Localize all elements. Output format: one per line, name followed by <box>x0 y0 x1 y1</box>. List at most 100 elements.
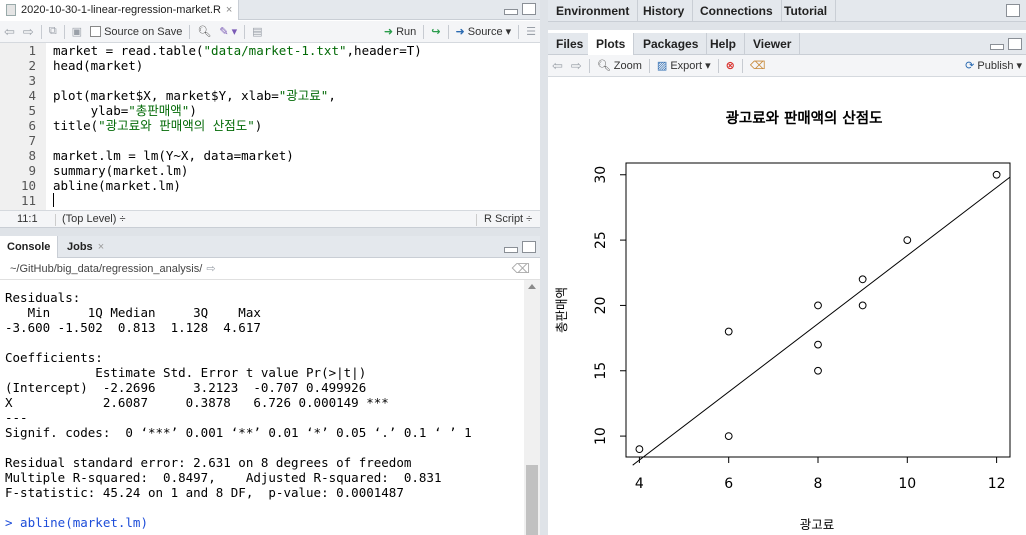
toolbar-divider <box>244 24 246 39</box>
editor-status-bar: 11:1 (Top Level) ÷ R Script ÷ <box>0 210 540 228</box>
status-divider <box>55 214 56 226</box>
tab-files[interactable]: Files <box>548 33 593 55</box>
tab-tutorial[interactable]: Tutorial <box>776 0 837 22</box>
scope-selector[interactable]: (Top Level) ÷ <box>62 213 126 225</box>
clear-plots-button[interactable]: ⌫ <box>746 56 770 76</box>
save-icon[interactable]: ▣ <box>68 22 86 42</box>
console-line: > abline(market.lm) <box>5 515 148 530</box>
forward-arrow-icon[interactable]: ⇨ <box>19 22 38 42</box>
code-text: summary(market.lm) <box>53 163 189 178</box>
export-button[interactable]: ▨ Export ▾ <box>653 56 715 76</box>
y-tick-label: 15 <box>593 362 609 380</box>
x-tick-label: 10 <box>898 476 916 492</box>
line-number: 10 <box>20 178 36 193</box>
toolbar-divider <box>717 58 719 73</box>
chevron-down-icon: ▾ <box>705 60 711 72</box>
run-arrow-icon: ➜ <box>383 26 394 38</box>
publish-button[interactable]: ⟳ Publish ▾ <box>961 56 1026 76</box>
compile-report-icon[interactable]: ▤ <box>248 22 266 42</box>
column-splitter[interactable] <box>540 0 548 535</box>
console-line: F-statistic: 45.24 on 1 and 8 DF, p-valu… <box>5 485 404 500</box>
data-point <box>814 366 822 375</box>
console-scrollbar[interactable] <box>524 280 540 535</box>
show-in-window-icon[interactable]: ⧉ <box>45 22 61 42</box>
go-to-directory-icon[interactable]: ⇨ <box>206 262 215 275</box>
export-button-label: Export <box>670 59 703 72</box>
maximize-pane-icon[interactable] <box>1008 38 1022 50</box>
line-number: 1 <box>28 43 36 58</box>
code-text: plot(market$X, market$Y, xlab="광고료", <box>53 88 336 103</box>
toolbar-divider <box>648 58 650 73</box>
y-tick-label: 20 <box>593 297 609 315</box>
tab-plots-label: Plots <box>596 37 626 51</box>
code-editor[interactable]: 1 market = read.table("data/market-1.txt"… <box>0 43 540 210</box>
publish-icon: ⟳ <box>965 60 975 72</box>
console-line: X 2.6087 0.3878 6.726 0.000149 *** <box>5 395 389 410</box>
right-column: Environment History Connections Tutorial… <box>548 0 1026 535</box>
tab-environment[interactable]: Environment <box>548 0 639 22</box>
source-on-save-checkbox[interactable] <box>90 26 102 37</box>
minimize-pane-icon[interactable] <box>990 44 1004 50</box>
y-axis-label: 총판매액 <box>554 287 569 333</box>
tab-files-label: Files <box>556 37 584 51</box>
x-axis-label: 광고료 <box>800 517 835 532</box>
console-pane-controls <box>504 241 536 253</box>
restore-pane-icon[interactable] <box>1006 4 1020 17</box>
tab-plots[interactable]: Plots <box>588 33 635 55</box>
console-line: Min 1Q Median 3Q Max <box>5 305 261 320</box>
source-button[interactable]: ➜ Source ▾ <box>452 22 516 42</box>
toolbar-divider <box>588 58 590 73</box>
scroll-up-arrow-icon[interactable] <box>528 284 536 289</box>
zoom-button[interactable]: 🔍︎ Zoom <box>593 56 646 76</box>
r-file-icon <box>6 4 16 16</box>
filetype-selector[interactable]: R Script ÷ <box>484 213 532 225</box>
console-line: -3.600 -1.502 0.813 1.128 4.617 <box>5 320 261 335</box>
chevron-down-icon[interactable]: ▾ <box>506 25 512 38</box>
line-number: 4 <box>28 88 36 103</box>
tab-history-label: History <box>643 4 685 18</box>
tab-console-label: Console <box>7 241 51 253</box>
tab-tutorial-label: Tutorial <box>784 4 828 18</box>
tab-connections[interactable]: Connections <box>692 0 782 22</box>
next-plot-icon[interactable]: ⇨ <box>567 56 586 76</box>
tab-console[interactable]: Console <box>0 236 59 258</box>
clear-console-broom-icon[interactable]: ⌫ <box>512 261 530 277</box>
tab-connections-label: Connections <box>700 4 773 18</box>
outline-icon[interactable]: ☰ <box>522 22 540 42</box>
tab-jobs[interactable]: Jobs × <box>60 236 111 258</box>
toolbar-divider <box>518 24 520 39</box>
line-number: 11 <box>20 193 36 208</box>
tab-history[interactable]: History <box>635 0 694 22</box>
left-column: 2020-10-30-1-linear-regression-market.R … <box>0 0 540 535</box>
toolbar-divider <box>447 24 449 39</box>
pane-splitter[interactable] <box>0 228 540 236</box>
search-icon[interactable]: 🔍︎ <box>193 22 215 42</box>
tab-packages[interactable]: Packages <box>635 33 708 55</box>
rstudio-window: 2020-10-30-1-linear-regression-market.R … <box>0 0 1026 535</box>
source-pane-controls <box>504 3 536 15</box>
console-output[interactable]: Residuals: Min 1Q Median 3Q Max -3.600 -1… <box>0 280 524 535</box>
minimize-pane-icon[interactable] <box>504 9 518 15</box>
rerun-button[interactable]: ↪ <box>427 22 444 42</box>
close-icon[interactable]: × <box>226 4 232 16</box>
source-on-save-toggle[interactable]: Source on Save <box>86 22 186 42</box>
tab-viewer[interactable]: Viewer <box>745 33 801 55</box>
close-icon[interactable]: × <box>98 241 104 253</box>
previous-plot-icon[interactable]: ⇦ <box>548 56 567 76</box>
minimize-pane-icon[interactable] <box>504 247 518 253</box>
tab-help[interactable]: Help <box>702 33 746 55</box>
cursor-position: 11:1 <box>17 213 38 225</box>
source-file-tab[interactable]: 2020-10-30-1-linear-regression-market.R … <box>0 0 240 20</box>
code-tools-wand-icon[interactable]: ✎ ▾ <box>215 22 241 42</box>
scrollbar-thumb[interactable] <box>526 465 538 535</box>
code-text: abline(market.lm) <box>53 178 181 193</box>
remove-plot-button[interactable]: ⊗ <box>722 56 739 76</box>
back-arrow-icon[interactable]: ⇦ <box>0 22 19 42</box>
maximize-pane-icon[interactable] <box>522 241 536 253</box>
remove-plot-icon: ⊗ <box>725 60 735 72</box>
run-button[interactable]: ➜ Run <box>380 22 420 42</box>
line-number: 7 <box>28 133 36 148</box>
maximize-pane-icon[interactable] <box>522 3 536 15</box>
source-toolbar: ⇦ ⇨ ⧉ ▣ Source on Save 🔍︎ ✎ ▾ ▤ ➜ Run ↪ <box>0 21 540 43</box>
x-tick-label: 6 <box>724 476 733 492</box>
